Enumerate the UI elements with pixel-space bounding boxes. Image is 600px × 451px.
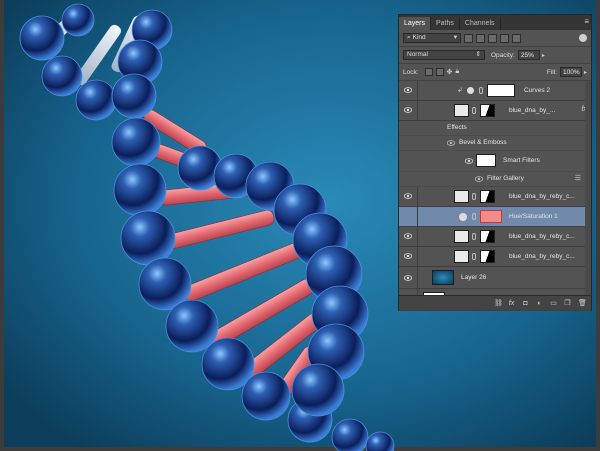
- blend-mode-select[interactable]: Normal ⇕: [403, 50, 485, 60]
- layer-thumbnail[interactable]: [454, 230, 469, 243]
- eye-icon[interactable]: [404, 87, 412, 93]
- lock-pixels-icon[interactable]: [435, 68, 444, 76]
- layer-dna-3[interactable]: blue_dna_by_reby_c...: [399, 247, 591, 267]
- trash-icon[interactable]: 🗑︎: [578, 300, 587, 307]
- adjustment-icon: [467, 87, 474, 94]
- filter-row: ⌕ Kind ▾: [399, 30, 591, 47]
- fill-input[interactable]: 100%: [559, 67, 582, 77]
- layer-name: Layer 26: [461, 274, 487, 281]
- link-icon[interactable]: [472, 213, 476, 220]
- chevron-down-icon: ▾: [453, 34, 457, 41]
- mask-thumbnail[interactable]: [480, 104, 495, 117]
- opacity-label: Opacity:: [491, 51, 515, 59]
- smart-filters-row[interactable]: Smart Filters: [399, 151, 591, 172]
- lock-row: Lock: ✥ 🔒︎ Fill: 100% ▸: [399, 64, 591, 81]
- tab-layers[interactable]: Layers: [399, 17, 432, 30]
- lock-all-icon[interactable]: 🔒︎: [455, 68, 459, 76]
- mask-thumbnail[interactable]: [480, 210, 502, 223]
- effect-name: Bevel & Emboss: [459, 139, 507, 146]
- effects-row: Effects: [399, 121, 591, 136]
- link-icon[interactable]: [479, 87, 483, 94]
- adjustment-filter-icon[interactable]: [476, 33, 485, 43]
- effects-label: Effects: [447, 124, 467, 131]
- link-icon[interactable]: [472, 107, 476, 114]
- layer-name: blue_dna_by_reby_c...: [509, 193, 575, 200]
- layer-thumbnail[interactable]: [454, 190, 469, 203]
- filter-kind-value: Kind: [412, 34, 426, 41]
- panel-footer: ⛓ fx ◘ ◐ ▭ ❐ 🗑︎: [399, 295, 591, 310]
- filter-gallery-row[interactable]: Filter Gallery ☰: [399, 172, 591, 187]
- eye-icon[interactable]: [404, 253, 412, 259]
- search-icon: ⌕: [407, 34, 411, 41]
- lock-position-icon[interactable]: ✥: [447, 68, 453, 76]
- tab-channels[interactable]: Channels: [460, 17, 501, 30]
- eye-icon[interactable]: [404, 275, 412, 281]
- panel-tabs: Layers Paths Channels ≡: [399, 15, 591, 30]
- panel-menu-icon[interactable]: ≡: [584, 17, 589, 26]
- layer-thumbnail[interactable]: [454, 104, 469, 117]
- eye-icon[interactable]: [404, 193, 412, 199]
- layer-dna-2[interactable]: blue_dna_by_reby_c...: [399, 227, 591, 247]
- lock-label: Lock:: [403, 68, 419, 76]
- mask-thumbnail[interactable]: [480, 230, 495, 243]
- filter-mask-thumbnail[interactable]: [476, 154, 496, 167]
- layer-curves-2[interactable]: ↲ Curves 2: [399, 81, 591, 101]
- blend-mode-value: Normal: [407, 51, 428, 58]
- eye-icon[interactable]: [465, 158, 473, 164]
- fill-label: Fill:: [546, 68, 557, 76]
- eye-icon[interactable]: [447, 140, 455, 146]
- new-group-icon[interactable]: ▭: [550, 300, 557, 307]
- new-adjustment-icon[interactable]: ◐: [536, 300, 543, 307]
- shape-filter-icon[interactable]: [500, 33, 509, 43]
- mask-thumbnail[interactable]: [487, 84, 515, 97]
- smart-filters-label: Smart Filters: [503, 157, 540, 164]
- link-icon[interactable]: [472, 233, 476, 240]
- eye-icon[interactable]: [404, 107, 412, 113]
- mask-thumbnail[interactable]: [480, 190, 495, 203]
- layer-name: blue_dna_by_...: [509, 107, 556, 114]
- mask-thumbnail[interactable]: [480, 250, 495, 263]
- layer-thumbnail[interactable]: [454, 250, 469, 263]
- layers-list: ↲ Curves 2 blue_dna_by_... fx Effects Be…: [399, 81, 591, 311]
- link-icon[interactable]: [472, 193, 476, 200]
- eye-icon[interactable]: [404, 233, 412, 239]
- layer-name: blue_dna_by_reby_c...: [509, 233, 575, 240]
- layer-name: Hue/Saturation 1: [509, 213, 558, 220]
- eye-icon[interactable]: [475, 176, 483, 182]
- layers-scrollbar[interactable]: [585, 81, 591, 296]
- type-filter-icon[interactable]: [488, 33, 497, 43]
- filter-toggle-icon[interactable]: [579, 34, 587, 42]
- layer-hue-saturation-1[interactable]: Hue/Saturation 1: [399, 207, 591, 227]
- layer-name: blue_dna_by_reby_c...: [509, 253, 575, 260]
- link-icon[interactable]: [472, 253, 476, 260]
- layers-panel: Layers Paths Channels ≡ ⌕ Kind ▾ Normal …: [398, 14, 592, 311]
- layer-dna-smart[interactable]: blue_dna_by_... fx: [399, 101, 591, 121]
- add-style-icon[interactable]: fx: [508, 300, 515, 307]
- opacity-input[interactable]: 25%: [517, 50, 540, 60]
- layer-26[interactable]: Layer 26: [399, 267, 591, 289]
- layer-dna-1[interactable]: blue_dna_by_reby_c...: [399, 187, 591, 207]
- tab-paths[interactable]: Paths: [431, 17, 460, 30]
- fill-slider-icon[interactable]: ▸: [584, 69, 587, 76]
- blend-row: Normal ⇕ Opacity: 25% ▸: [399, 47, 591, 64]
- layer-thumbnail[interactable]: [432, 270, 454, 285]
- chevron-updown-icon: ⇕: [475, 51, 481, 58]
- smart-object-filter-icon[interactable]: [512, 33, 521, 43]
- bevel-emboss-row[interactable]: Bevel & Emboss: [399, 136, 591, 151]
- link-layers-icon[interactable]: ⛓: [494, 300, 503, 307]
- lock-transparency-icon[interactable]: [424, 68, 433, 76]
- adjustment-icon: [459, 213, 467, 221]
- new-layer-icon[interactable]: ❐: [564, 300, 571, 307]
- add-mask-icon[interactable]: ◘: [522, 300, 529, 307]
- filter-name: Filter Gallery: [487, 175, 524, 182]
- pixel-filter-icon[interactable]: [464, 33, 473, 43]
- filter-kind-select[interactable]: ⌕ Kind ▾: [403, 33, 461, 43]
- layer-name: Curves 2: [524, 87, 551, 94]
- clip-arrow-icon: ↲: [457, 87, 463, 94]
- opacity-slider-icon[interactable]: ▸: [542, 52, 545, 59]
- filter-options-icon[interactable]: ☰: [575, 174, 581, 182]
